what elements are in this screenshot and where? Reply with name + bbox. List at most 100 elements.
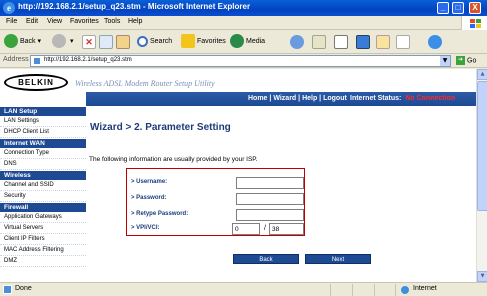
window-title: http://192.168.2.1/setup_q23.stm - Micro… bbox=[18, 2, 251, 11]
sidebar-heading-lan-setup: LAN Setup bbox=[0, 106, 86, 116]
back-button[interactable]: Back bbox=[233, 254, 299, 264]
maximize-button[interactable]: □ bbox=[452, 2, 464, 14]
scroll-up-icon[interactable]: ▲ bbox=[477, 69, 487, 80]
forward-button[interactable]: ▾ bbox=[52, 34, 73, 50]
favorites-star-icon bbox=[181, 34, 195, 49]
username-row: > Username: bbox=[131, 177, 306, 189]
scrollbar-thumb[interactable] bbox=[477, 81, 487, 211]
research-icon[interactable] bbox=[396, 35, 410, 49]
nav-home-link[interactable]: Home bbox=[248, 95, 267, 102]
sidebar-item-dns[interactable]: DNS bbox=[0, 159, 86, 170]
globe-icon bbox=[401, 286, 409, 294]
menu-tools[interactable]: Tools bbox=[104, 18, 120, 25]
internet-explorer-icon: e bbox=[3, 2, 15, 14]
favorites-button[interactable]: Favorites bbox=[181, 34, 226, 50]
status-divider bbox=[374, 284, 375, 296]
discuss-icon[interactable] bbox=[376, 35, 390, 49]
close-button[interactable]: X bbox=[469, 2, 481, 14]
username-field[interactable] bbox=[236, 177, 304, 189]
zone-label: Internet bbox=[413, 285, 437, 292]
menu-edit[interactable]: Edit bbox=[26, 18, 38, 25]
username-label: > Username: bbox=[131, 179, 168, 185]
internet-status-value: No Connection bbox=[405, 95, 456, 102]
top-nav-bar: Home | Wizard | Help | Logout Internet S… bbox=[86, 92, 476, 106]
back-arrow-icon bbox=[4, 34, 18, 49]
retype-password-label: > Retype Password: bbox=[131, 211, 189, 217]
search-button[interactable]: Search bbox=[137, 34, 172, 50]
windows-logo-icon bbox=[461, 16, 487, 30]
page-viewport: BELKIN Wireless ADSL Modem Router Setup … bbox=[0, 69, 487, 282]
page-done-icon bbox=[3, 285, 12, 294]
address-input[interactable]: http://192.168.2.1/setup_q23.stm ▼ bbox=[30, 55, 451, 67]
nav-wizard-link[interactable]: Wizard bbox=[273, 95, 296, 102]
media-icon bbox=[230, 34, 244, 49]
sidebar-heading-wireless: Wireless bbox=[0, 170, 86, 180]
belkin-logo: BELKIN bbox=[4, 74, 68, 91]
router-banner: BELKIN Wireless ADSL Modem Router Setup … bbox=[0, 69, 476, 106]
password-row: > Password: bbox=[131, 193, 306, 205]
internet-status: Internet Status: No Connection bbox=[350, 92, 455, 106]
scroll-down-icon[interactable]: ▼ bbox=[477, 271, 487, 282]
password-field[interactable] bbox=[236, 193, 304, 205]
go-arrow-icon: ➔ bbox=[456, 56, 465, 65]
sidebar-item-lan-settings[interactable]: LAN Settings bbox=[0, 116, 86, 127]
history-icon[interactable] bbox=[290, 35, 304, 49]
menu-view[interactable]: View bbox=[47, 18, 62, 25]
next-button[interactable]: Next bbox=[305, 254, 371, 264]
edit-icon[interactable] bbox=[356, 35, 370, 49]
search-icon bbox=[137, 35, 148, 47]
sidebar-heading-firewall: Firewall bbox=[0, 202, 86, 212]
chevron-down-icon[interactable]: ▼ bbox=[440, 56, 450, 66]
toolbar: Back ▾ ▾ ✕ Search Favorites Media bbox=[0, 30, 487, 54]
sidebar-item-client-ip-filters[interactable]: Client IP Filters bbox=[0, 234, 86, 245]
sidebar-heading-internet-wan: Internet WAN bbox=[0, 138, 86, 148]
media-button[interactable]: Media bbox=[230, 34, 265, 50]
address-label: Address bbox=[3, 56, 29, 63]
print-icon[interactable] bbox=[334, 35, 348, 49]
vpi-vci-label: > VPI/VCI: bbox=[131, 225, 160, 231]
sidebar-item-dhcp-client-list[interactable]: DHCP Client List bbox=[0, 127, 86, 138]
utility-title: Wireless ADSL Modem Router Setup Utility bbox=[75, 79, 215, 88]
isp-parameter-form: > Username: > Password: > Retype Passwor… bbox=[126, 168, 305, 236]
minimize-button[interactable]: _ bbox=[437, 2, 449, 14]
home-icon[interactable] bbox=[116, 35, 130, 49]
menu-bar: File Edit View Favorites Tools Help bbox=[0, 16, 487, 30]
vpi-vci-row: > VPI/VCI: / bbox=[131, 223, 306, 235]
refresh-icon[interactable] bbox=[99, 35, 113, 49]
vertical-scrollbar[interactable]: ▲ ▼ bbox=[476, 69, 487, 282]
password-label: > Password: bbox=[131, 195, 167, 201]
internet-status-label: Internet Status: bbox=[350, 95, 402, 102]
status-divider bbox=[330, 284, 331, 296]
sidebar-item-channel-and-ssid[interactable]: Channel and SSID bbox=[0, 180, 86, 191]
main-content: Wizard > 2. Parameter Setting The follow… bbox=[86, 106, 476, 282]
menu-file[interactable]: File bbox=[6, 18, 17, 25]
vpi-field[interactable] bbox=[232, 223, 260, 235]
status-text: Done bbox=[15, 285, 32, 292]
sidebar-item-security[interactable]: Security bbox=[0, 191, 86, 202]
status-divider bbox=[352, 284, 353, 296]
sidebar-item-application-gateways[interactable]: Application Gateways bbox=[0, 212, 86, 223]
sidebar: LAN Setup LAN Settings DHCP Client List … bbox=[0, 106, 86, 282]
page-icon bbox=[33, 57, 41, 65]
vpi-vci-separator: / bbox=[264, 225, 266, 232]
nav-logout-link[interactable]: Logout bbox=[323, 95, 347, 102]
sidebar-item-connection-type[interactable]: Connection Type bbox=[0, 148, 86, 159]
menu-help[interactable]: Help bbox=[128, 18, 142, 25]
back-button[interactable]: Back ▾ bbox=[4, 34, 41, 50]
security-zone: Internet bbox=[395, 284, 487, 296]
vci-field[interactable] bbox=[269, 223, 304, 235]
nav-help-link[interactable]: Help bbox=[302, 95, 317, 102]
go-button[interactable]: ➔ Go bbox=[456, 56, 476, 65]
mail-icon[interactable] bbox=[312, 35, 326, 49]
stop-icon[interactable]: ✕ bbox=[82, 35, 96, 49]
menu-favorites[interactable]: Favorites bbox=[70, 18, 99, 25]
address-bar: Address http://192.168.2.1/setup_q23.stm… bbox=[0, 54, 487, 68]
forward-arrow-icon bbox=[52, 34, 66, 49]
address-url: http://192.168.2.1/setup_q23.stm bbox=[44, 57, 132, 63]
messenger-icon[interactable] bbox=[428, 35, 442, 49]
sidebar-item-mac-address-filtering[interactable]: MAC Address Filtering bbox=[0, 245, 86, 256]
sidebar-item-virtual-servers[interactable]: Virtual Servers bbox=[0, 223, 86, 234]
status-bar: Done Internet bbox=[0, 282, 487, 296]
sidebar-item-dmz[interactable]: DMZ bbox=[0, 256, 86, 267]
retype-password-field[interactable] bbox=[236, 209, 304, 221]
